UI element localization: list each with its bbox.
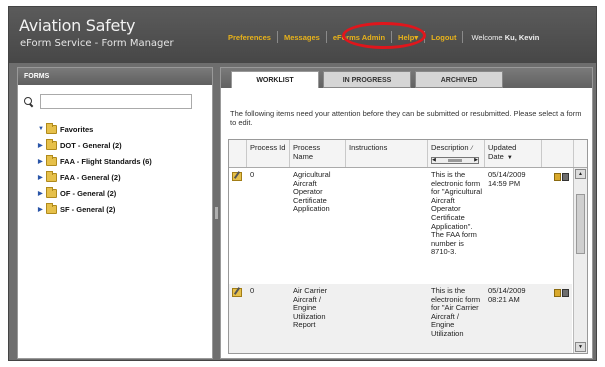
scroll-up-icon[interactable]: ▲ (575, 169, 586, 179)
logout-link[interactable]: Logout (425, 33, 462, 42)
tree-item-label: Favorites (60, 124, 94, 134)
row-actions (554, 289, 569, 297)
forms-panel: FORMS ▼ Favorites ▶ DOT - General (2) ▶ … (17, 67, 213, 359)
folder-icon (46, 170, 57, 182)
tree-item-label: DOT - General (2) (60, 140, 122, 150)
tree-item-label: OF - General (2) (60, 188, 117, 198)
description-horizontal-scroll[interactable]: ◀ ▶ (431, 157, 479, 164)
eforms-admin-link[interactable]: eForms Admin (327, 33, 391, 42)
tree-item-label: FAA - General (2) (60, 172, 121, 182)
table-row[interactable]: 0 Air Carrier Aircraft / Engine Utilizat… (229, 284, 572, 353)
table-header: Process Id Process Name Instructions Des… (229, 140, 587, 168)
forms-search (24, 94, 192, 109)
delete-icon[interactable] (562, 289, 569, 297)
updated-date-cell: 05/14/2009 14:59 PM (488, 170, 526, 188)
tree-item-faa-general[interactable]: ▶ FAA - General (2) (38, 169, 152, 185)
process-name-cell[interactable]: Air Carrier Aircraft / Engine Utilizatio… (290, 284, 346, 333)
row-actions (554, 173, 569, 181)
tab-in-progress[interactable]: IN PROGRESS (323, 71, 411, 88)
folder-icon (46, 138, 57, 150)
collapsed-arrow-icon[interactable]: ▶ (38, 206, 45, 213)
worklist-instruction: The following items need your attention … (230, 109, 582, 127)
tree-item-label: SF - General (2) (60, 204, 116, 214)
scroll-thumb[interactable] (448, 159, 462, 162)
edit-icon[interactable] (554, 289, 561, 297)
tree-item-sf-general[interactable]: ▶ SF - General (2) (38, 201, 152, 217)
tab-worklist[interactable]: WORKLIST (231, 71, 319, 88)
description-cell: This is the electronic form for "Agricul… (431, 170, 483, 257)
edit-icon[interactable] (554, 173, 561, 181)
column-header-process-name[interactable]: Process Name (290, 140, 346, 167)
app-title: Aviation Safety (19, 16, 136, 35)
folder-icon (46, 202, 57, 214)
tab-archived[interactable]: ARCHIVED (415, 71, 503, 88)
column-resize-icon: ⁄ (471, 146, 473, 152)
table-vertical-scrollbar[interactable]: ▲ ▼ (573, 168, 587, 353)
expanded-arrow-icon[interactable]: ▼ (38, 126, 45, 132)
form-edit-icon[interactable] (232, 172, 242, 181)
column-header-description[interactable]: Description ⁄ ◀ ▶ (428, 140, 485, 167)
panel-splitter-handle[interactable] (215, 207, 218, 219)
preferences-link[interactable]: Preferences (222, 33, 277, 42)
column-header-label: Process Id (250, 143, 286, 152)
delete-icon[interactable] (562, 173, 569, 181)
tree-item-of-general[interactable]: ▶ OF - General (2) (38, 185, 152, 201)
welcome-prefix: Welcome (471, 32, 505, 42)
welcome-message: Welcome Ku, Kevin (463, 33, 539, 42)
process-id-cell: 0 (250, 170, 255, 179)
forms-tree: ▼ Favorites ▶ DOT - General (2) ▶ FAA - … (38, 121, 152, 217)
collapsed-arrow-icon[interactable]: ▶ (38, 174, 45, 181)
app-window: Aviation Safety eForm Service - Form Man… (8, 6, 597, 361)
process-name-cell[interactable]: Agricultural Aircraft Operator Certifica… (290, 168, 346, 217)
top-navigation: Preferences Messages eForms Admin Help▾ … (222, 30, 539, 44)
scroll-right-icon[interactable]: ▶ (474, 156, 478, 165)
worklist-table: Process Id Process Name Instructions Des… (228, 139, 588, 354)
tree-item-faa-flight-standards[interactable]: ▶ FAA - Flight Standards (6) (38, 153, 152, 169)
instructions-cell (346, 168, 428, 174)
column-header-instructions[interactable]: Instructions (346, 140, 428, 167)
actions-column-header (542, 140, 574, 167)
icon-column-header (229, 140, 247, 167)
tree-item-label: FAA - Flight Standards (6) (60, 156, 152, 166)
updated-date-cell: 05/14/2009 08:21 AM (488, 286, 526, 304)
table-row[interactable]: 0 Agricultural Aircraft Operator Certifi… (229, 168, 572, 284)
process-id-cell: 0 (250, 286, 255, 295)
user-name: Ku, Kevin (504, 32, 540, 42)
app-header: Aviation Safety eForm Service - Form Man… (9, 7, 596, 63)
folder-icon (46, 154, 57, 166)
tree-item-favorites[interactable]: ▼ Favorites (38, 121, 152, 137)
instructions-cell (346, 284, 428, 290)
column-header-updated-date[interactable]: Updated Date ▼ (485, 140, 542, 167)
search-icon[interactable] (24, 96, 34, 107)
help-menu[interactable]: Help▾ (392, 33, 424, 42)
form-edit-icon[interactable] (232, 288, 242, 297)
scroll-thumb[interactable] (576, 194, 585, 254)
column-header-label: Instructions (349, 143, 388, 152)
help-label: Help (398, 32, 415, 42)
collapsed-arrow-icon[interactable]: ▶ (38, 142, 45, 149)
sort-down-icon: ▼ (506, 154, 513, 161)
forms-panel-header: FORMS (18, 68, 212, 85)
collapsed-arrow-icon[interactable]: ▶ (38, 158, 45, 165)
description-cell: This is the electronic form for "Air Car… (431, 286, 481, 338)
search-input[interactable] (40, 94, 192, 109)
app-subtitle: eForm Service - Form Manager (20, 38, 174, 49)
chevron-down-icon: ▾ (414, 32, 419, 42)
worklist-panel: WORKLIST IN PROGRESS ARCHIVED The follow… (220, 67, 593, 359)
folder-icon (46, 122, 57, 134)
tree-item-dot-general[interactable]: ▶ DOT - General (2) (38, 137, 152, 153)
scroll-down-icon[interactable]: ▼ (575, 342, 586, 352)
column-header-label: Description (431, 143, 469, 152)
messages-link[interactable]: Messages (278, 33, 326, 42)
column-header-label: Process Name (293, 143, 321, 161)
scroll-left-icon[interactable]: ◀ (432, 156, 436, 165)
tab-bar: WORKLIST IN PROGRESS ARCHIVED (221, 68, 592, 88)
folder-icon (46, 186, 57, 198)
column-header-process-id[interactable]: Process Id (247, 140, 290, 167)
collapsed-arrow-icon[interactable]: ▶ (38, 190, 45, 197)
